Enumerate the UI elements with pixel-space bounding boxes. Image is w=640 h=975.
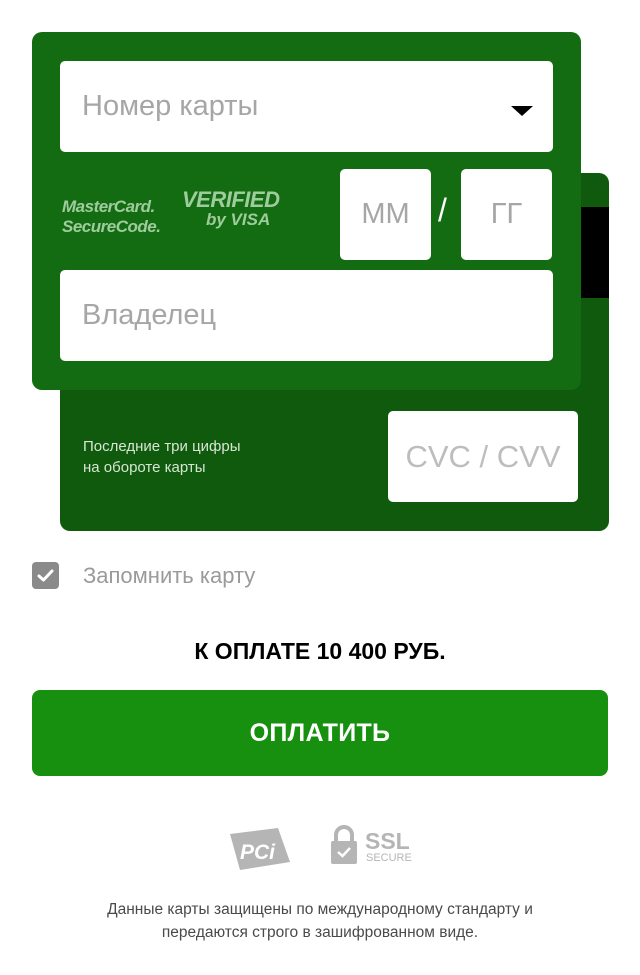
chevron-down-icon[interactable]	[511, 106, 533, 116]
remember-card[interactable]: Запомнить карту	[32, 562, 255, 589]
mastercard-logo-line2: SecureCode.	[62, 217, 161, 236]
card-number-input[interactable]: Номер карты	[60, 61, 553, 152]
remember-checkbox[interactable]	[32, 562, 59, 589]
cvc-hint: Последние три цифры на обороте карты	[83, 436, 241, 478]
cvc-input[interactable]: CVC / CVV	[388, 411, 578, 502]
security-note: Данные карты защищены по международному …	[0, 898, 640, 944]
ssl-logo-sub: SECURE	[366, 852, 412, 864]
security-note-line2: передаются строго в зашифрованном виде.	[161, 924, 479, 941]
card-number-placeholder: Номер карты	[82, 90, 259, 122]
pci-logo: PCi	[226, 826, 292, 877]
cvc-hint-line1: Последние три цифры	[83, 438, 241, 455]
remember-label: Запомнить карту	[83, 562, 256, 588]
mastercard-logo-line1: MasterCard.	[62, 197, 155, 216]
cvc-hint-line2: на обороте карты	[83, 459, 206, 476]
card-front: Номер карты MasterCard. SecureCode. VERI…	[32, 32, 581, 390]
security-note-line1: Данные карты защищены по международному …	[107, 901, 533, 918]
ssl-secure-logo: SSL SECURE	[330, 825, 420, 872]
ssl-logo-text: SSL	[365, 828, 410, 854]
visa-logo-line2: by VISA	[206, 210, 271, 229]
expiry-year-input[interactable]: ГГ	[461, 169, 552, 260]
checkmark-icon	[37, 569, 54, 582]
verified-by-visa-logo: VERIFIED by VISA	[182, 187, 280, 230]
payment-total: К ОПЛАТЕ 10 400 РУБ.	[194, 638, 446, 664]
pay-button[interactable]: ОПЛАТИТЬ	[32, 690, 608, 776]
card-holder-input[interactable]: Владелец	[60, 270, 553, 361]
lock-icon	[334, 825, 354, 841]
expiry-separator: /	[438, 192, 447, 228]
pci-logo-text: PCi	[240, 841, 276, 864]
expiry-month-input[interactable]: ММ	[340, 169, 431, 260]
mastercard-securecode-logo: MasterCard. SecureCode.	[62, 197, 161, 237]
